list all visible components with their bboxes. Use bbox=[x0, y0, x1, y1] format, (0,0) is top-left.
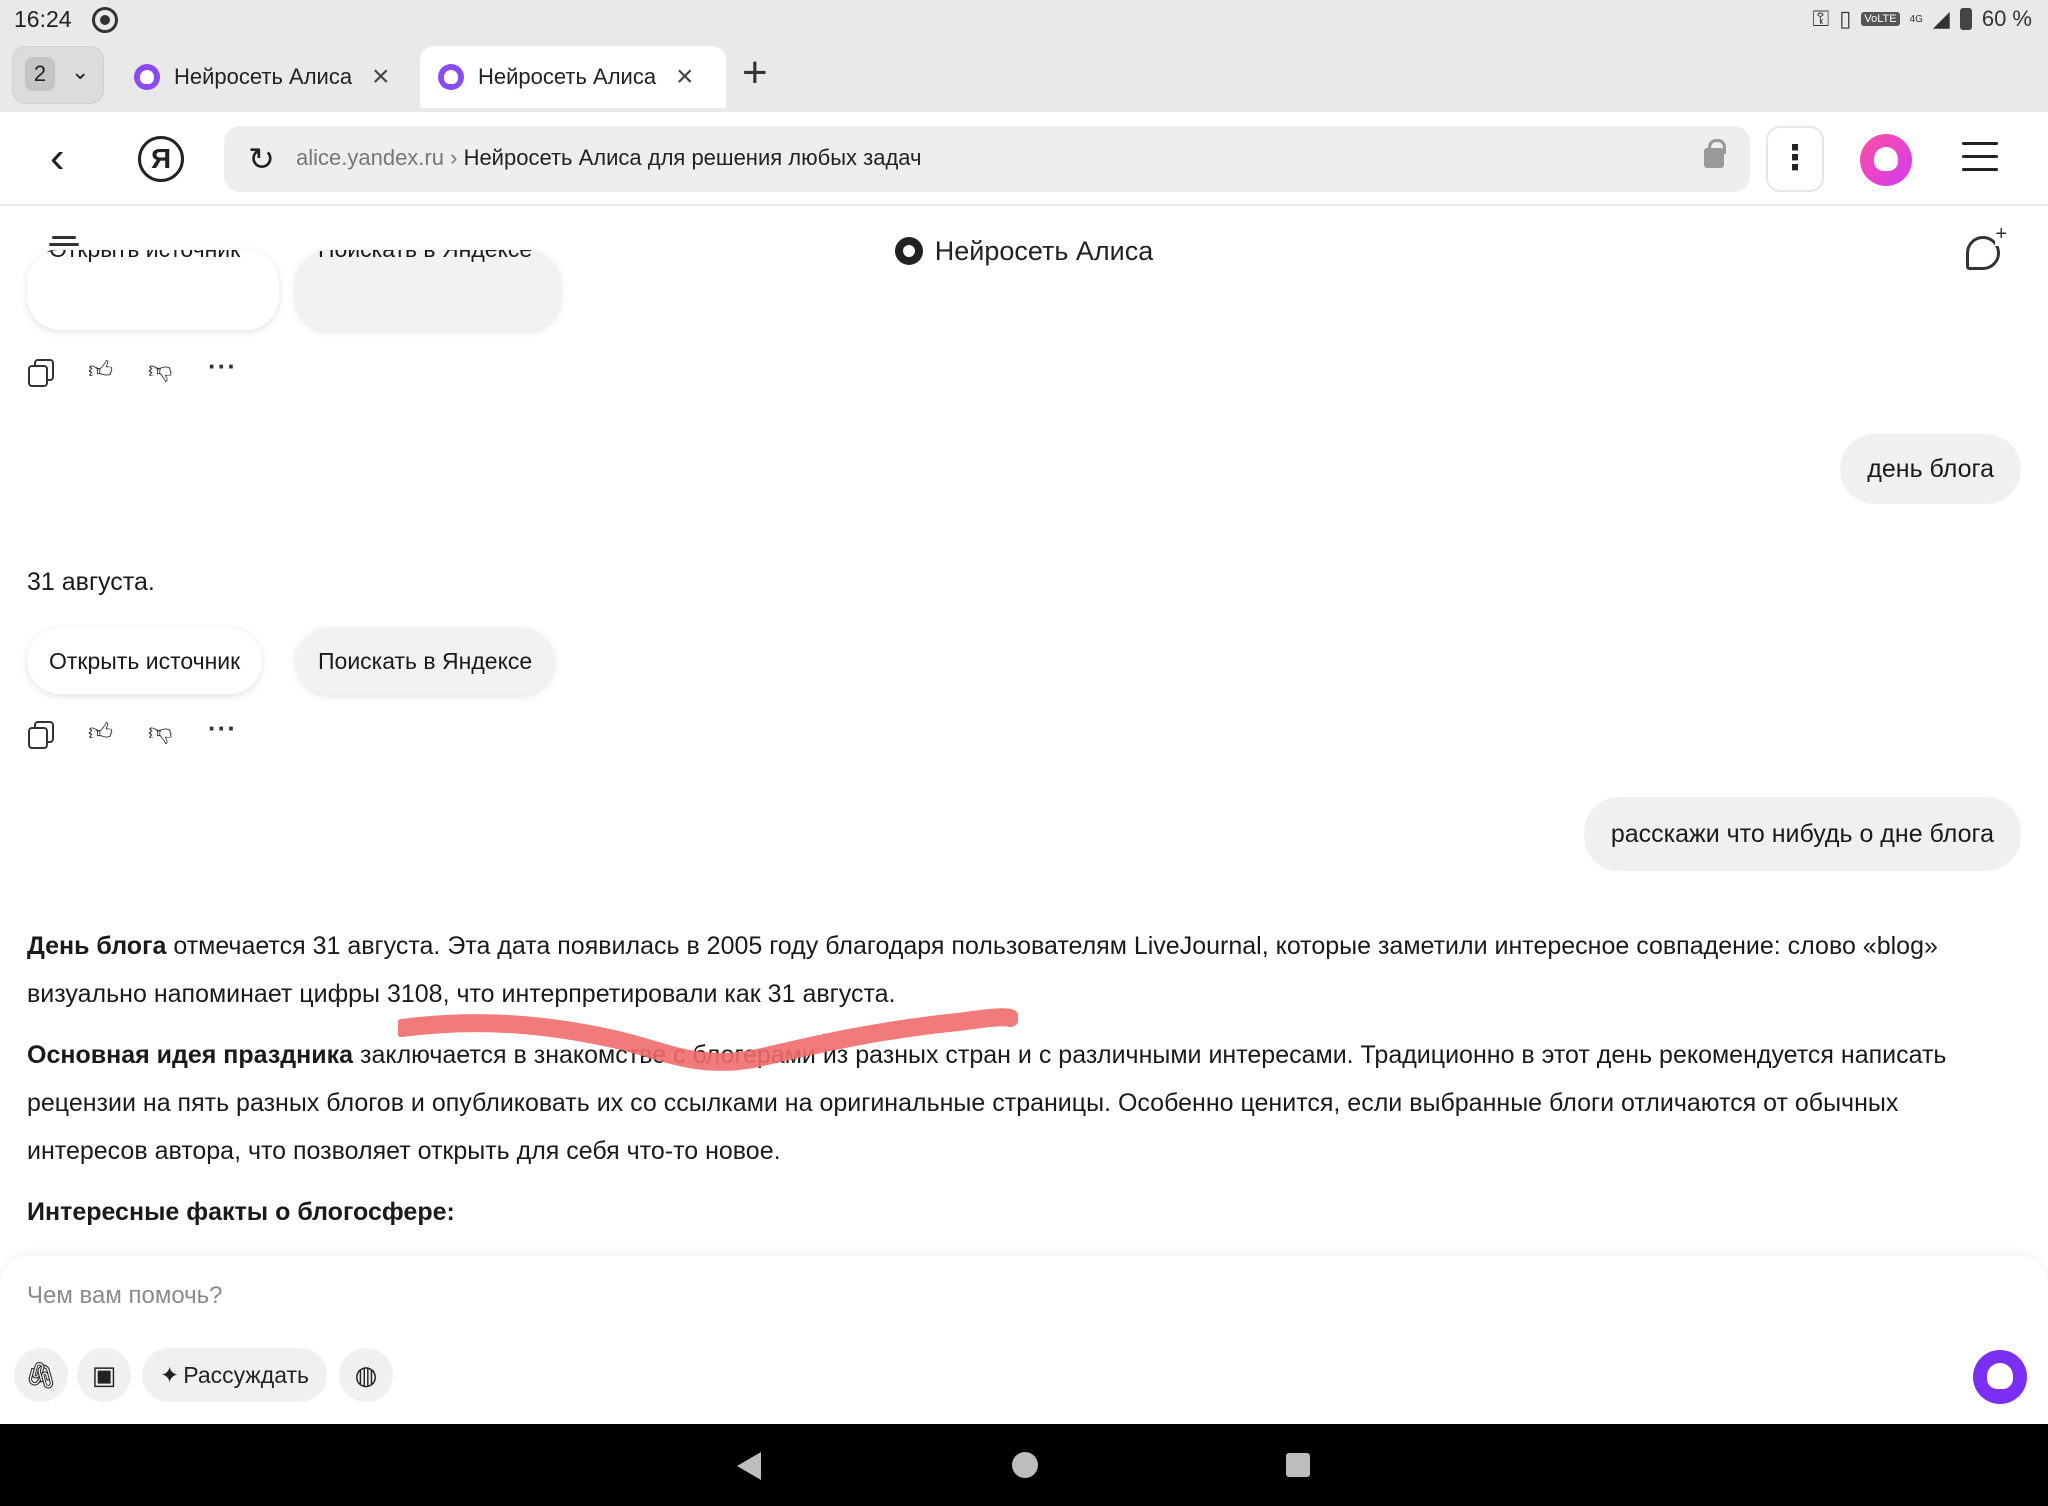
image-generate-button[interactable]: ▣ bbox=[77, 1348, 131, 1402]
message-input[interactable]: Чем вам помочь? bbox=[27, 1282, 223, 1310]
close-icon[interactable]: × bbox=[676, 60, 694, 94]
page-title-text: Нейросеть Алиса bbox=[934, 236, 1154, 266]
bold-lead: Основная идея праздника bbox=[27, 1041, 354, 1069]
answer-paragraph: День блога отмечается 31 августа. Эта да… bbox=[27, 922, 2017, 1018]
battery-icon bbox=[1959, 8, 1972, 30]
alice-assistant-button[interactable] bbox=[1860, 134, 1912, 186]
address-bar-row: ‹ Я ↻ alice.yandex.ru › Нейросеть Алиса … bbox=[0, 112, 2048, 206]
browser-tab-1[interactable]: Нейросеть Алиса × bbox=[116, 46, 408, 108]
signal-icon: ◢ bbox=[1932, 6, 1950, 31]
new-tab-plus-icon[interactable]: + bbox=[742, 48, 768, 98]
user-message: расскажи что нибудь о дне блога bbox=[1583, 797, 2021, 871]
bold-lead: День блога bbox=[27, 932, 167, 960]
reload-icon[interactable]: ↻ bbox=[248, 142, 275, 176]
search-yandex-button[interactable]: Поискать в Яндексе bbox=[296, 628, 555, 694]
thumbs-up-icon[interactable]: 👍︎ bbox=[88, 721, 113, 745]
system-back-icon[interactable] bbox=[737, 1452, 761, 1480]
thumbs-up-icon[interactable]: 👍︎ bbox=[88, 359, 113, 383]
reasoning-label: Рассуждать bbox=[183, 1362, 310, 1388]
alice-favicon-icon bbox=[134, 64, 160, 90]
attach-button[interactable]: 🖇︎ bbox=[14, 1348, 68, 1402]
url-separator: › bbox=[450, 145, 458, 170]
battery-level: 60 % bbox=[1981, 6, 2032, 31]
tab-title: Нейросеть Алиса bbox=[174, 64, 353, 89]
vibrate-icon: ▯ bbox=[1839, 6, 1852, 31]
message-actions: 👍︎ 👎︎ ··· bbox=[28, 353, 236, 387]
thumbs-down-icon[interactable]: 👎︎ bbox=[148, 359, 172, 383]
open-source-button[interactable]: Открыть источник bbox=[27, 628, 263, 694]
tab-count: 2 bbox=[25, 57, 55, 91]
url-domain: alice.yandex.ru bbox=[296, 145, 444, 170]
hamburger-menu-icon[interactable] bbox=[1962, 142, 1998, 174]
yandex-logo-icon[interactable]: Я bbox=[138, 136, 184, 182]
web-search-button[interactable]: ◍ bbox=[339, 1348, 393, 1402]
search-yandex-button-partial[interactable]: Поискать в Яндексе bbox=[296, 250, 560, 330]
browser-tab-2-active[interactable]: Нейросеть Алиса × bbox=[420, 46, 726, 108]
assistant-answer-long: День блога отмечается 31 августа. Эта да… bbox=[27, 922, 2017, 1249]
signal-label: 4G bbox=[1909, 13, 1923, 25]
back-arrow-icon[interactable]: ‹ bbox=[50, 136, 65, 180]
more-dots-icon[interactable]: ··· bbox=[208, 715, 236, 745]
system-recents-icon[interactable] bbox=[1286, 1453, 1310, 1477]
status-time: 16:24 bbox=[14, 6, 72, 32]
omnibox[interactable]: ↻ alice.yandex.ru › Нейросеть Алиса для … bbox=[224, 126, 1750, 192]
close-icon[interactable]: × bbox=[372, 60, 390, 94]
system-home-icon[interactable] bbox=[1012, 1452, 1038, 1478]
copy-icon[interactable] bbox=[28, 721, 54, 749]
new-chat-icon[interactable] bbox=[1966, 223, 2007, 270]
system-navigation-bar bbox=[0, 1424, 2048, 1506]
alice-voice-button[interactable] bbox=[1973, 1350, 2027, 1404]
red-scribble-annotation bbox=[398, 1008, 1018, 1071]
key-icon: ⚿ bbox=[1812, 6, 1830, 31]
bold-heading: Интересные факты о блогосфере: bbox=[27, 1198, 455, 1226]
message-actions: 👍︎ 👎︎ ··· bbox=[28, 715, 236, 749]
more-menu-kebab-icon[interactable]: ⋮ bbox=[1766, 126, 1824, 192]
open-source-button-partial[interactable]: Открыть источник bbox=[27, 250, 279, 330]
user-message: день блога bbox=[1840, 434, 2021, 504]
tab-title: Нейросеть Алиса bbox=[478, 64, 657, 89]
sync-icon bbox=[92, 7, 118, 33]
alice-favicon-icon bbox=[438, 64, 464, 90]
pill-label: Поискать в Яндексе bbox=[318, 250, 532, 262]
chevron-down-icon: ⌄ bbox=[71, 59, 90, 84]
status-bar: 16:24 ⚿ ▯ VoLTE 4G ◢ 60 % bbox=[0, 0, 2048, 42]
sparkle-icon: ✦ bbox=[160, 1362, 180, 1388]
tab-counter-button[interactable]: 2 ⌄ bbox=[12, 46, 104, 104]
pill-label: Открыть источник bbox=[49, 250, 240, 262]
omnibox-url[interactable]: alice.yandex.ru › Нейросеть Алиса для ре… bbox=[296, 145, 922, 171]
image-sparkle-icon: ▣ bbox=[91, 1360, 117, 1390]
paragraph-text: отмечается 31 августа. Эта дата появилас… bbox=[27, 932, 1938, 1008]
paperclip-icon: 🖇︎ bbox=[24, 1360, 58, 1390]
more-dots-icon[interactable]: ··· bbox=[208, 353, 236, 383]
alice-logo-icon bbox=[894, 237, 923, 265]
message-composer: Чем вам помочь? 🖇︎ ▣ ✦ Рассуждать ◍ bbox=[0, 1256, 2048, 1424]
browser-tabs-row: 2 ⌄ Нейросеть Алиса × Нейросеть Алиса × … bbox=[0, 42, 2048, 112]
assistant-answer: 31 августа. bbox=[27, 568, 155, 596]
answer-paragraph: Основная идея праздника заключается в зн… bbox=[27, 1031, 2017, 1175]
globe-icon: ◍ bbox=[354, 1360, 378, 1390]
lock-icon bbox=[1704, 139, 1726, 168]
copy-icon[interactable] bbox=[28, 359, 54, 387]
thumbs-down-icon[interactable]: 👎︎ bbox=[148, 721, 172, 745]
status-icons: ⚿ ▯ VoLTE 4G ◢ 60 % bbox=[1813, 6, 2033, 32]
reasoning-toggle-button[interactable]: ✦ Рассуждать bbox=[142, 1348, 328, 1402]
url-page-title: Нейросеть Алиса для решения любых задач bbox=[463, 145, 922, 170]
volte-label: VoLTE bbox=[1861, 12, 1900, 26]
answer-paragraph: Интересные факты о блогосфере: bbox=[27, 1188, 2017, 1236]
